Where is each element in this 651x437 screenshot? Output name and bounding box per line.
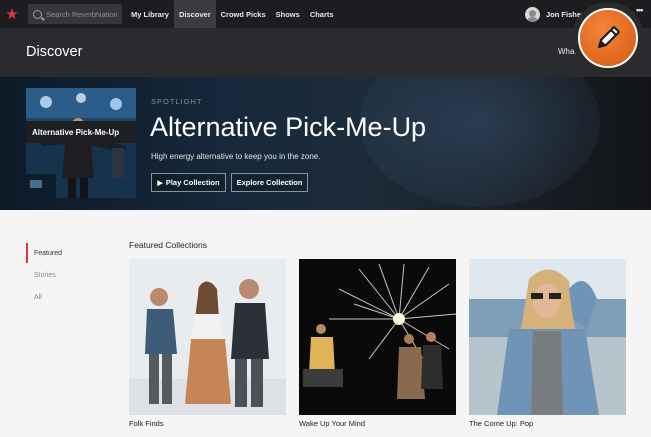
nav-link-discover[interactable]: Discover — [173, 0, 216, 28]
discover-header: Discover What's Discover? — [0, 28, 651, 77]
search-box[interactable] — [28, 4, 122, 24]
app-window: ★ My Library Discover Crowd Picks Shows … — [0, 0, 651, 437]
collection-card-wake-up-your-mind[interactable] — [299, 259, 456, 415]
collection-card-folk-finds[interactable] — [129, 259, 286, 415]
explore-collection-label: Explore Collection — [236, 178, 303, 187]
more-menu-icon[interactable]: ••• — [636, 5, 644, 15]
featured-collections-title: Featured Collections — [129, 240, 207, 250]
hero-title: Alternative Pick-Me-Up — [150, 112, 427, 142]
sidebar-item-stories[interactable]: Stories — [26, 265, 106, 285]
sidebar-item-featured[interactable]: Featured — [26, 243, 106, 263]
pencil-icon — [578, 8, 638, 68]
card-label-folk-finds[interactable]: Folk Finds — [129, 419, 164, 428]
explore-collection-button[interactable]: Explore Collection — [231, 173, 308, 192]
nav-link-my-library[interactable]: My Library — [126, 0, 174, 28]
hero-collection-image[interactable] — [26, 88, 136, 198]
card-label-the-come-up-pop[interactable]: The Come Up: Pop — [469, 419, 533, 428]
spotlight-eyebrow: SPOTLIGHT — [151, 97, 203, 106]
collection-card-the-come-up-pop[interactable] — [469, 259, 626, 415]
avatar[interactable] — [525, 6, 540, 22]
nav-link-crowd-picks[interactable]: Crowd Picks — [216, 0, 271, 28]
play-collection-label: Play Collection — [165, 178, 220, 187]
nav-links: My Library Discover Crowd Picks Shows Ch… — [126, 0, 339, 28]
sidebar-item-all[interactable]: All — [26, 287, 106, 307]
hero-description: High energy alternative to keep you in t… — [151, 152, 321, 161]
search-input[interactable] — [46, 9, 118, 19]
spotlight-hero: SPOTLIGHT Alternative Pick-Me-Up High en… — [0, 77, 651, 210]
play-collection-button[interactable]: ▶ Play Collection — [151, 173, 226, 192]
page-title: Discover — [26, 44, 83, 60]
hero-thumb-caption[interactable]: Alternative Pick-Me-Up — [26, 121, 136, 143]
main-content: Featured Stories All Featured Collection… — [0, 210, 651, 437]
nav-link-shows[interactable]: Shows — [271, 0, 305, 28]
app-badge — [572, 2, 644, 74]
reverbnation-logo-icon[interactable]: ★ — [0, 0, 24, 28]
play-icon: ▶ — [157, 179, 163, 187]
card-label-wake-up-your-mind[interactable]: Wake Up Your Mind — [299, 419, 365, 428]
discover-sidebar: Featured Stories All — [26, 243, 106, 309]
search-icon — [33, 9, 42, 19]
top-nav: ★ My Library Discover Crowd Picks Shows … — [0, 0, 651, 28]
nav-link-charts[interactable]: Charts — [305, 0, 339, 28]
